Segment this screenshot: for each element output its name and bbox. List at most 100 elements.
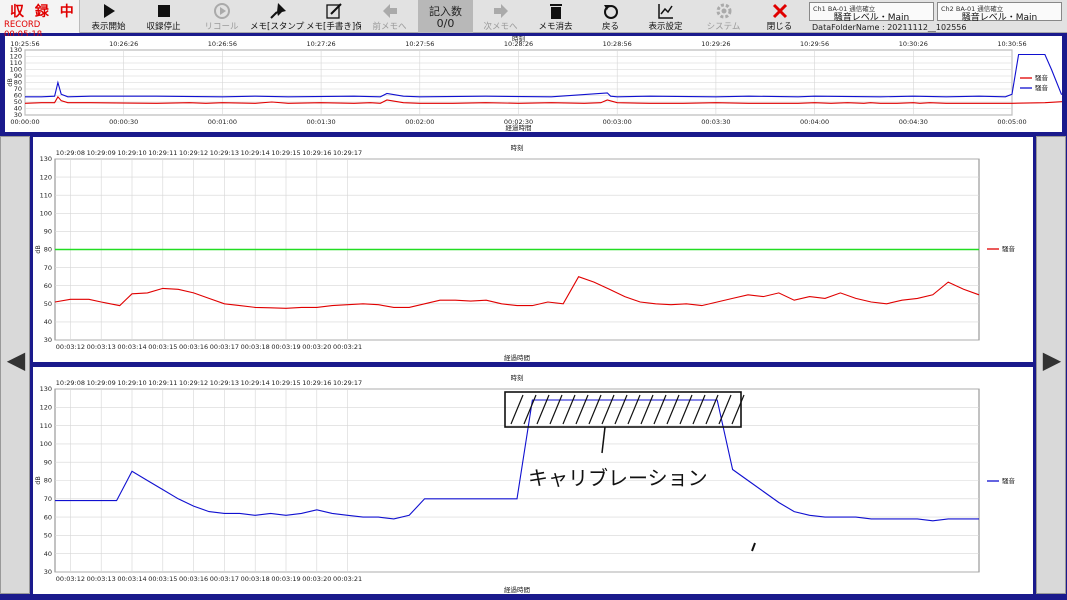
y-tick-label: 30 — [44, 336, 52, 344]
bottom-tick-label: 00:03:15 — [148, 575, 177, 583]
y-tick-label: 60 — [44, 282, 52, 290]
top-tick-label: 10:29:10 — [117, 149, 146, 157]
top-tick-label: 10:29:16 — [302, 379, 331, 387]
prev-memo-label: 前メモへ — [372, 22, 407, 32]
memo-handwrite-label: メモ[手書き]保存 — [306, 22, 361, 32]
bottom-tick-label: 00:03:19 — [271, 575, 300, 583]
undo-icon — [583, 2, 638, 20]
top-tick-label: 10:27:56 — [405, 40, 434, 48]
top-tick-label: 10:29:14 — [241, 149, 270, 157]
top-axis-label: 時刻 — [512, 36, 525, 43]
system-label: システム — [706, 22, 741, 32]
top-tick-label: 10:29:09 — [87, 379, 116, 387]
y-axis-label: dB — [6, 78, 14, 87]
bottom-tick-label: 00:04:30 — [899, 118, 928, 126]
recall-button[interactable]: リコール — [194, 0, 249, 33]
top-tick-label: 10:29:11 — [148, 149, 177, 157]
pin-icon — [250, 2, 305, 20]
top-tick-label: 10:30:56 — [997, 40, 1026, 48]
play-icon — [81, 2, 136, 20]
pencil-icon — [306, 2, 361, 20]
top-tick-label: 10:29:26 — [701, 40, 730, 48]
display-start-button[interactable]: 表示開始 — [81, 0, 136, 33]
middle-chart-svg: 30 40 50 60 70 80 90 100 110 120 130 00:03:12 10:29:… — [34, 143, 1016, 362]
y-tick-label: 40 — [44, 318, 52, 326]
channel-2-box[interactable]: Ch2 BA-01 通信確立 騒音レベル・Main — [937, 2, 1062, 23]
overview-chart-panel[interactable]: 30 40 50 60 70 80 90 100 110 120 130 00:00:00 10:25:… — [5, 36, 1062, 132]
entry-count-value: 0/0 — [436, 17, 455, 30]
app-window: 収 録 中 RECORD 00:05:18 表示開始 収録停止 リコール メモ[… — [0, 0, 1067, 600]
memo-delete-button[interactable]: メモ消去 — [528, 0, 583, 33]
bottom-chart-panel[interactable]: 30 40 50 60 70 80 90 100 110 120 130 00:03:12 10:29:… — [33, 367, 1033, 594]
bottom-tick-label: 00:01:30 — [306, 118, 335, 126]
close-button[interactable]: 閉じる — [752, 0, 807, 33]
y-tick-label: 100 — [40, 210, 52, 218]
top-tick-label: 10:25:56 — [10, 40, 39, 48]
arrow-left-icon — [362, 2, 417, 20]
top-tick-label: 10:29:14 — [241, 379, 270, 387]
bottom-tick-label: 00:03:16 — [179, 343, 208, 351]
top-tick-label: 10:29:08 — [56, 149, 85, 157]
y-tick-label: 110 — [40, 191, 52, 199]
memo-stamp-button[interactable]: メモ[スタンプ] — [250, 0, 305, 33]
bottom-chart-svg: 30 40 50 60 70 80 90 100 110 120 130 00:03:12 10:29:… — [34, 373, 1016, 594]
top-tick-label: 10:27:26 — [306, 40, 335, 48]
bottom-axis-label: 経過時間 — [506, 123, 532, 132]
y-tick-label: 60 — [44, 513, 52, 521]
channel-1-box[interactable]: Ch1 BA-01 通信確立 騒音レベル・Main — [809, 2, 934, 23]
display-start-label: 表示開始 — [91, 22, 126, 32]
bottom-tick-label: 00:03:14 — [117, 575, 146, 583]
prev-memo-button[interactable]: 前メモへ — [362, 0, 417, 33]
bottom-tick-label: 00:03:18 — [241, 343, 270, 351]
bottom-axis-label: 経過時間 — [504, 353, 530, 362]
top-tick-label: 10:29:16 — [302, 149, 331, 157]
y-tick-label: 70 — [44, 264, 52, 272]
memo-delete-label: メモ消去 — [538, 22, 573, 32]
scroll-left-button[interactable]: ◀ — [0, 136, 30, 594]
chart-settings-icon — [638, 2, 693, 20]
y-axis-label: dB — [34, 476, 42, 485]
y-tick-label: 30 — [44, 568, 52, 576]
bottom-tick-label: 00:03:17 — [210, 575, 239, 583]
bottom-tick-label: 00:02:00 — [405, 118, 434, 126]
bottom-tick-label: 00:03:00 — [603, 118, 632, 126]
legend-label: 騒音 — [1002, 244, 1016, 253]
bottom-tick-label: 00:03:18 — [241, 575, 270, 583]
record-stop-label: 収録停止 — [146, 22, 181, 32]
scroll-right-button[interactable]: ▶ — [1036, 136, 1066, 594]
bottom-tick-label: 00:03:17 — [210, 343, 239, 351]
y-tick-label: 70 — [44, 495, 52, 503]
y-tick-label: 100 — [40, 440, 52, 448]
bottom-tick-label: 00:03:16 — [179, 575, 208, 583]
top-tick-label: 10:29:13 — [210, 149, 239, 157]
y-tick-label: 50 — [44, 532, 52, 540]
bottom-tick-label: 00:01:00 — [208, 118, 237, 126]
back-button[interactable]: 戻る — [583, 0, 638, 33]
bottom-tick-label: 00:03:12 — [56, 575, 85, 583]
next-memo-button[interactable]: 次メモへ — [473, 0, 528, 33]
record-stop-button[interactable]: 収録停止 — [136, 0, 191, 33]
top-tick-label: 10:29:12 — [179, 149, 208, 157]
overview-chart-svg: 3040506070809010011012013000:00:0010:25:… — [6, 36, 1062, 132]
system-button[interactable]: システム — [696, 0, 751, 33]
display-settings-button[interactable]: 表示設定 — [638, 0, 693, 33]
bottom-tick-label: 00:03:20 — [302, 343, 331, 351]
stop-icon — [136, 2, 191, 20]
memo-handwrite-button[interactable]: メモ[手書き]保存 — [306, 0, 361, 33]
y-tick-label: 90 — [44, 458, 52, 466]
bottom-axis-label: 経過時間 — [504, 585, 530, 594]
middle-chart-panel[interactable]: 30 40 50 60 70 80 90 100 110 120 130 00:03:12 10:29:… — [33, 137, 1033, 362]
y-tick-label: 120 — [40, 404, 52, 412]
top-tick-label: 10:29:10 — [117, 379, 146, 387]
data-folder-name: DataFolderName : 20211112__102556 — [812, 23, 967, 32]
arrow-right-icon — [473, 2, 528, 20]
back-label: 戻る — [601, 22, 619, 32]
top-tick-label: 10:29:17 — [333, 149, 362, 157]
arrow-right-icon: ▶ — [1042, 346, 1062, 374]
annotation-text: キャリブレーション — [528, 466, 708, 490]
bottom-tick-label: 00:05:00 — [997, 118, 1026, 126]
bottom-tick-label: 00:04:00 — [800, 118, 829, 126]
gear-icon — [696, 2, 751, 20]
channel-2-value: 騒音レベル・Main — [961, 13, 1038, 23]
y-tick-label: 130 — [40, 155, 52, 163]
